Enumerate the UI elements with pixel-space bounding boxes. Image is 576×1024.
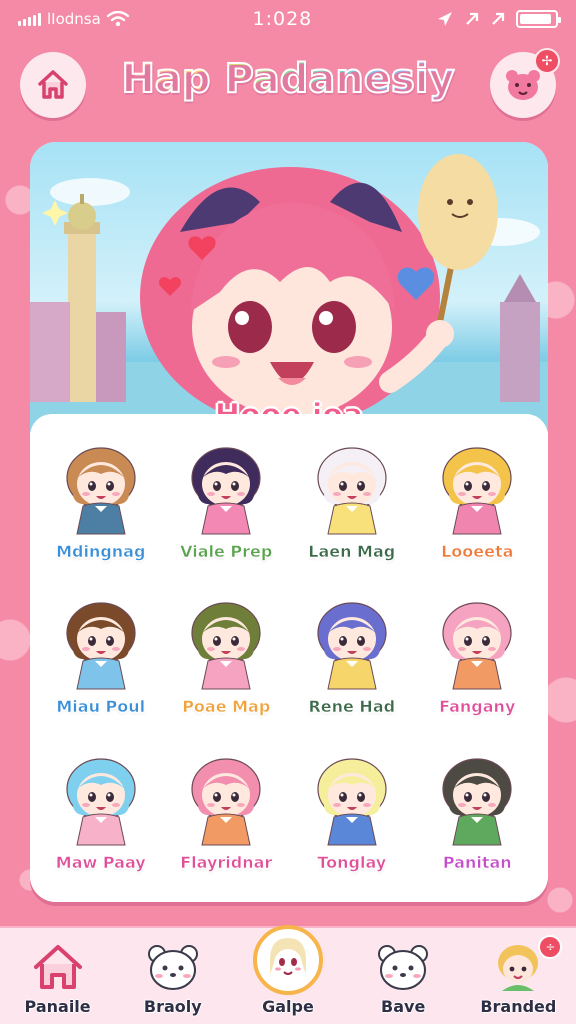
- character-avatar: [66, 758, 136, 846]
- nav-item-2[interactable]: Braoly: [123, 939, 223, 1016]
- battery-level: [519, 14, 551, 24]
- character-name: Flayridnar: [180, 852, 273, 872]
- character-avatar: [317, 758, 387, 846]
- status-bar: lIodnsa 1:028: [0, 0, 576, 38]
- nav-label: Branded: [480, 997, 557, 1016]
- status-left: lIodnsa: [18, 10, 129, 28]
- nav-label: Braoly: [143, 997, 202, 1016]
- home-icon: [38, 70, 68, 99]
- character-avatar: [191, 758, 261, 846]
- bear-icon: [142, 939, 204, 995]
- character-avatar: [442, 447, 512, 535]
- character-avatar: [66, 447, 136, 535]
- house-icon: [27, 939, 89, 995]
- arrow-icon: [492, 12, 505, 25]
- arrow-icon: [466, 12, 479, 25]
- bottom-nav: Panaile Braoly Galpe Bave Branded ÷: [0, 925, 576, 1024]
- hero-banner[interactable]: Hooe ioa: [30, 142, 548, 432]
- main-card: Hooe ioa Mdingnag: [30, 142, 548, 902]
- character-name: Laen Mag: [308, 542, 396, 562]
- character-card[interactable]: Rene Had: [289, 583, 415, 738]
- character-name: Miau Poul: [56, 697, 146, 717]
- character-card[interactable]: Mdingnag: [38, 428, 164, 583]
- character-name: Mdingnag: [56, 542, 146, 562]
- character-grid: Mdingnag Viale Prep Laen Mag Looeeta Mia…: [30, 414, 548, 902]
- home-button[interactable]: [20, 52, 86, 118]
- signal-icon: [18, 12, 41, 26]
- character-card[interactable]: Fangany: [415, 583, 541, 738]
- nav-item-1[interactable]: Panaile: [8, 939, 108, 1016]
- character-name: Rene Had: [308, 697, 396, 717]
- header: Hap Padanesiy ✢: [0, 46, 576, 124]
- nav-label: Bave: [381, 997, 426, 1016]
- character-name: Viale Prep: [180, 542, 273, 562]
- character-name: Panitan: [442, 852, 512, 872]
- profile-bear-button[interactable]: ✢: [490, 48, 560, 118]
- bear-face-icon: [506, 70, 540, 100]
- character-card[interactable]: Maw Paay: [38, 739, 164, 894]
- character-card[interactable]: Panitan: [415, 739, 541, 894]
- character-name: Looeeta: [441, 542, 514, 562]
- character-card[interactable]: Tonglay: [289, 739, 415, 894]
- notification-badge: ✢: [534, 48, 560, 74]
- character-card[interactable]: Poae Map: [164, 583, 290, 738]
- character-avatar: [317, 602, 387, 690]
- status-time: 1:028: [252, 8, 313, 30]
- wifi-icon: [106, 11, 129, 27]
- character-name: Maw Paay: [55, 852, 146, 872]
- status-right: [436, 10, 561, 28]
- nav-label: Panaile: [24, 997, 91, 1016]
- location-arrow-icon: [437, 12, 452, 26]
- character-name: Poae Map: [182, 697, 271, 717]
- character-card[interactable]: Flayridnar: [164, 739, 290, 894]
- character-avatar: [66, 602, 136, 690]
- nav-item-4[interactable]: Bave: [353, 939, 453, 1016]
- nav-item-5[interactable]: Branded ÷: [468, 935, 568, 1016]
- hero-illustration: [30, 154, 540, 427]
- character-card[interactable]: Miau Poul: [38, 583, 164, 738]
- character-avatar: [191, 602, 261, 690]
- nav-label: Galpe: [262, 997, 314, 1016]
- bear-icon: [372, 939, 434, 995]
- character-name: Fangany: [439, 697, 516, 717]
- character-face-icon: [252, 925, 323, 995]
- character-avatar: [191, 447, 261, 535]
- character-name: Tonglay: [317, 852, 387, 872]
- battery-icon: [515, 10, 561, 28]
- character-card[interactable]: Viale Prep: [164, 428, 290, 583]
- character-avatar: [442, 602, 512, 690]
- character-avatar: [442, 758, 512, 846]
- character-card[interactable]: Looeeta: [415, 428, 541, 583]
- carrier-name: lIodnsa: [47, 10, 101, 28]
- nav-badge: ÷: [538, 935, 563, 959]
- character-avatar: [317, 447, 387, 535]
- character-card[interactable]: Laen Mag: [289, 428, 415, 583]
- nav-item-3[interactable]: Galpe: [238, 925, 338, 1016]
- app-title: Hap Padanesiy: [120, 55, 455, 103]
